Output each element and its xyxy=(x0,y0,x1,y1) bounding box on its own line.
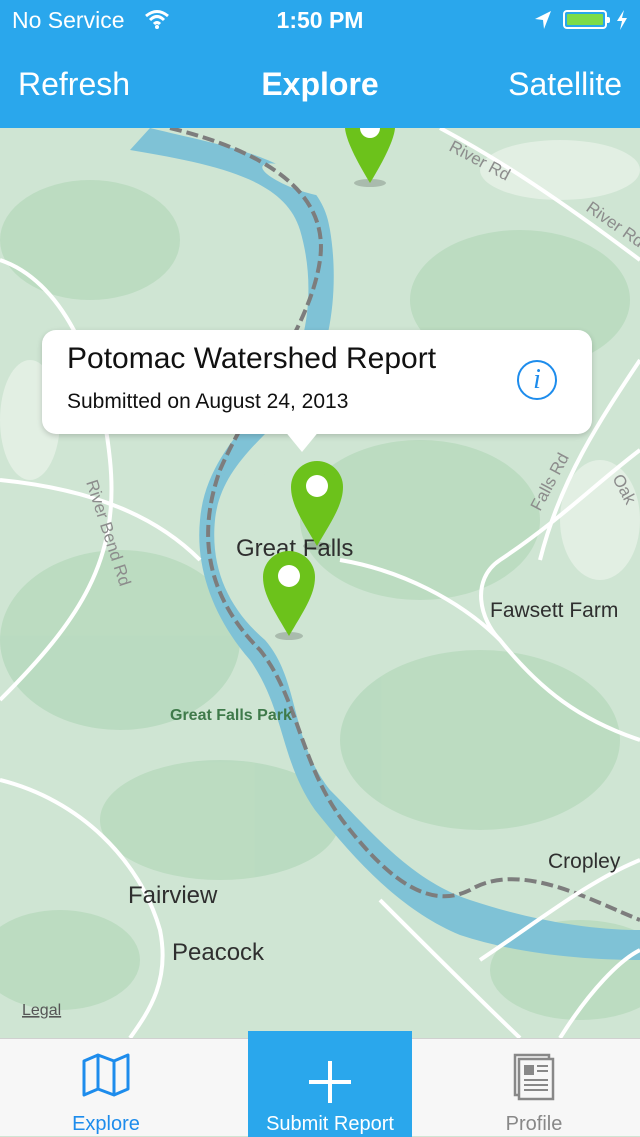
map-label-peacock: Peacock xyxy=(172,939,265,966)
navigation-bar: Refresh Explore Satellite xyxy=(0,40,640,128)
callout-subtitle: Submitted on August 24, 2013 xyxy=(67,390,349,413)
tab-explore[interactable]: Explore xyxy=(0,1039,212,1137)
map-label-fawsett-farm: Fawsett Farm xyxy=(490,599,618,622)
newspaper-icon xyxy=(513,1053,555,1106)
location-arrow-icon xyxy=(534,10,552,35)
callout-tail xyxy=(284,430,320,452)
report-callout[interactable]: Potomac Watershed Report Submitted on Au… xyxy=(42,330,592,452)
charging-bolt-icon xyxy=(616,10,628,35)
info-icon[interactable]: i xyxy=(517,360,557,400)
map-view[interactable]: River Rd River Rd River Bend Rd Falls Rd… xyxy=(0,128,640,1038)
battery-icon xyxy=(563,10,610,29)
refresh-button[interactable]: Refresh xyxy=(18,66,130,103)
tab-bar: Explore Submit Report Profile xyxy=(0,1031,640,1137)
plus-icon xyxy=(307,1059,353,1110)
tab-explore-label: Explore xyxy=(72,1113,140,1135)
legal-link[interactable]: Legal xyxy=(22,1002,61,1019)
status-bar: No Service 1:50 PM xyxy=(0,0,640,40)
tab-submit-report-label: Submit Report xyxy=(266,1113,394,1135)
tab-submit-report[interactable]: Submit Report xyxy=(248,1031,412,1137)
map-label-great-falls-park: Great Falls Park xyxy=(170,707,292,724)
map-label-cropley: Cropley xyxy=(548,850,621,873)
map-icon xyxy=(81,1053,131,1102)
satellite-button[interactable]: Satellite xyxy=(508,66,622,103)
tab-profile-label: Profile xyxy=(505,1113,563,1135)
callout-title: Potomac Watershed Report xyxy=(67,342,437,375)
tab-profile[interactable]: Profile xyxy=(428,1039,640,1137)
map-label-fairview: Fairview xyxy=(128,882,218,909)
